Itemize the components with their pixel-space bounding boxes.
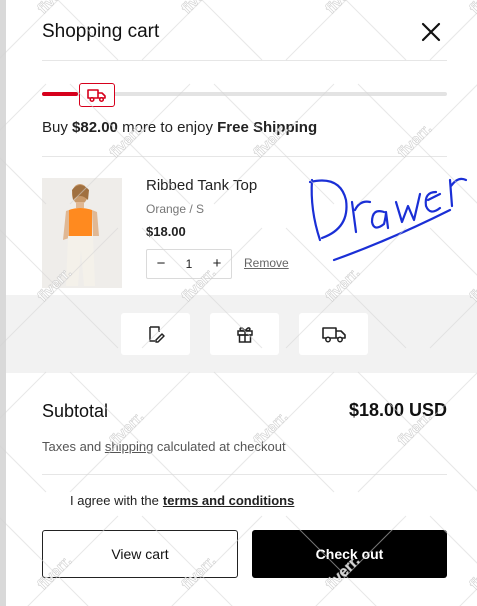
progress-truck-badge [79, 83, 115, 107]
checkout-button[interactable]: Check out [252, 530, 447, 578]
agreement-text: I agree with the [70, 492, 159, 508]
gift-icon [236, 327, 253, 343]
close-icon[interactable] [417, 18, 445, 46]
view-cart-button[interactable]: View cart [42, 530, 238, 578]
quantity-decrease-button[interactable]: − [154, 256, 168, 271]
quantity-increase-button[interactable]: + [210, 256, 224, 271]
quantity-stepper: − 1 + [146, 249, 232, 279]
product-image[interactable] [42, 178, 122, 288]
tax-note-before: Taxes and [42, 439, 105, 454]
truck-icon [321, 327, 346, 343]
tax-note-after: calculated at checkout [153, 439, 286, 454]
terms-link[interactable]: terms and conditions [163, 493, 294, 508]
progress-fill [42, 92, 79, 96]
product-name[interactable]: Ribbed Tank Top [146, 176, 257, 196]
remove-item-link[interactable]: Remove [244, 256, 289, 270]
cart-tools-bar [6, 295, 477, 373]
subtotal-value: $18.00 USD [348, 400, 447, 420]
message-divider [42, 156, 447, 157]
truck-icon [87, 89, 106, 103]
shipping-prefix: Buy [42, 119, 73, 136]
note-edit-icon [148, 326, 165, 343]
order-note-button[interactable] [121, 313, 190, 355]
summary-divider [42, 474, 447, 475]
shipping-amount: $82.00 [72, 119, 118, 136]
tax-note: Taxes and shipping calculated at checkou… [42, 438, 286, 456]
product-photo [42, 178, 122, 288]
quantity-value[interactable]: 1 [186, 257, 193, 271]
free-shipping-message: Buy $82.00 more to enjoy Free Shipping [42, 118, 317, 138]
terms-checkbox[interactable] [52, 493, 66, 507]
shipping-estimate-button[interactable] [299, 313, 368, 355]
product-price: $18.00 [146, 224, 186, 239]
terms-agreement: I agree with the terms and conditions [52, 491, 294, 509]
shipping-highlight: Free Shipping [217, 119, 318, 136]
gift-wrap-button[interactable] [210, 313, 279, 355]
subtotal-label: Subtotal [42, 401, 109, 421]
shipping-middle: more to enjoy [117, 119, 218, 136]
cart-drawer: Shopping cart Buy $82.00 more to enjoy F… [6, 0, 477, 606]
shipping-policy-link[interactable]: shipping [105, 439, 153, 454]
cart-title: Shopping cart [42, 21, 160, 42]
header-divider [42, 60, 447, 61]
product-variant: Orange / S [146, 202, 205, 216]
cart-header: Shopping cart [42, 18, 447, 48]
